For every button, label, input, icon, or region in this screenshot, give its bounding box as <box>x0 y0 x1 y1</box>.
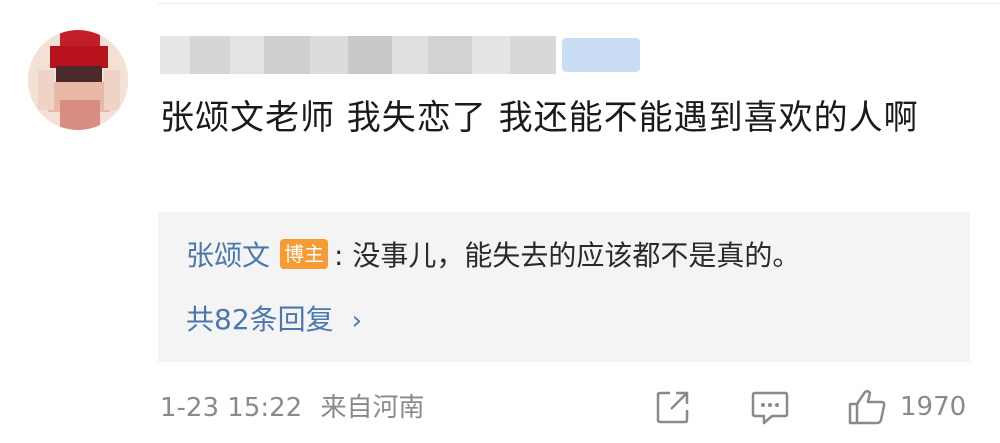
username-mosaic <box>264 36 310 74</box>
reply-separator: : <box>334 239 344 272</box>
chevron-right-icon: › <box>351 306 363 336</box>
avatar-block <box>104 70 120 110</box>
comment-icon <box>751 391 789 425</box>
reply-text: 没事儿，能失去的应该都不是真的。 <box>352 239 801 272</box>
comment-time: 1-23 15:22 <box>160 393 303 423</box>
username-mosaic <box>392 36 428 74</box>
more-replies-link[interactable]: 共82条回复 › <box>186 298 362 343</box>
avatar[interactable] <box>28 30 128 130</box>
username-mosaic <box>472 36 510 74</box>
username-mosaic <box>230 36 264 74</box>
username-mosaic <box>348 36 392 74</box>
username-mosaic <box>428 36 472 74</box>
share-icon <box>656 391 689 424</box>
more-replies-label: 共82条回复 <box>186 303 334 336</box>
avatar-block <box>38 70 54 110</box>
username-mosaic <box>190 36 230 74</box>
vip-badge-blurred <box>562 38 640 72</box>
avatar-block <box>50 46 108 68</box>
username-mosaic <box>310 36 348 74</box>
comment-location: 来自河南 <box>320 393 425 423</box>
like-count: 1970 <box>900 392 967 422</box>
comment-meta: 1-23 15:22 来自河南 <box>160 388 424 428</box>
reply-line: 张颂文 博主: 没事儿，能失去的应该都不是真的。 <box>186 234 800 278</box>
author-badge: 博主 <box>280 239 329 269</box>
top-divider <box>158 3 1000 4</box>
thumbs-up-icon <box>848 389 886 425</box>
reply-box[interactable]: 张颂文 博主: 没事儿，能失去的应该都不是真的。 共82条回复 › <box>158 212 970 362</box>
username-blurred[interactable] <box>160 36 640 74</box>
like-button[interactable]: 1970 <box>846 386 966 428</box>
share-button[interactable] <box>654 386 692 428</box>
username-mosaic <box>510 36 556 74</box>
comment-button[interactable] <box>750 386 790 428</box>
avatar-block <box>60 100 100 130</box>
reply-author[interactable]: 张颂文 <box>186 239 270 272</box>
comment-text: 张颂文老师 我失恋了 我还能不能遇到喜欢的人啊 <box>160 98 919 138</box>
username-mosaic <box>160 36 190 74</box>
